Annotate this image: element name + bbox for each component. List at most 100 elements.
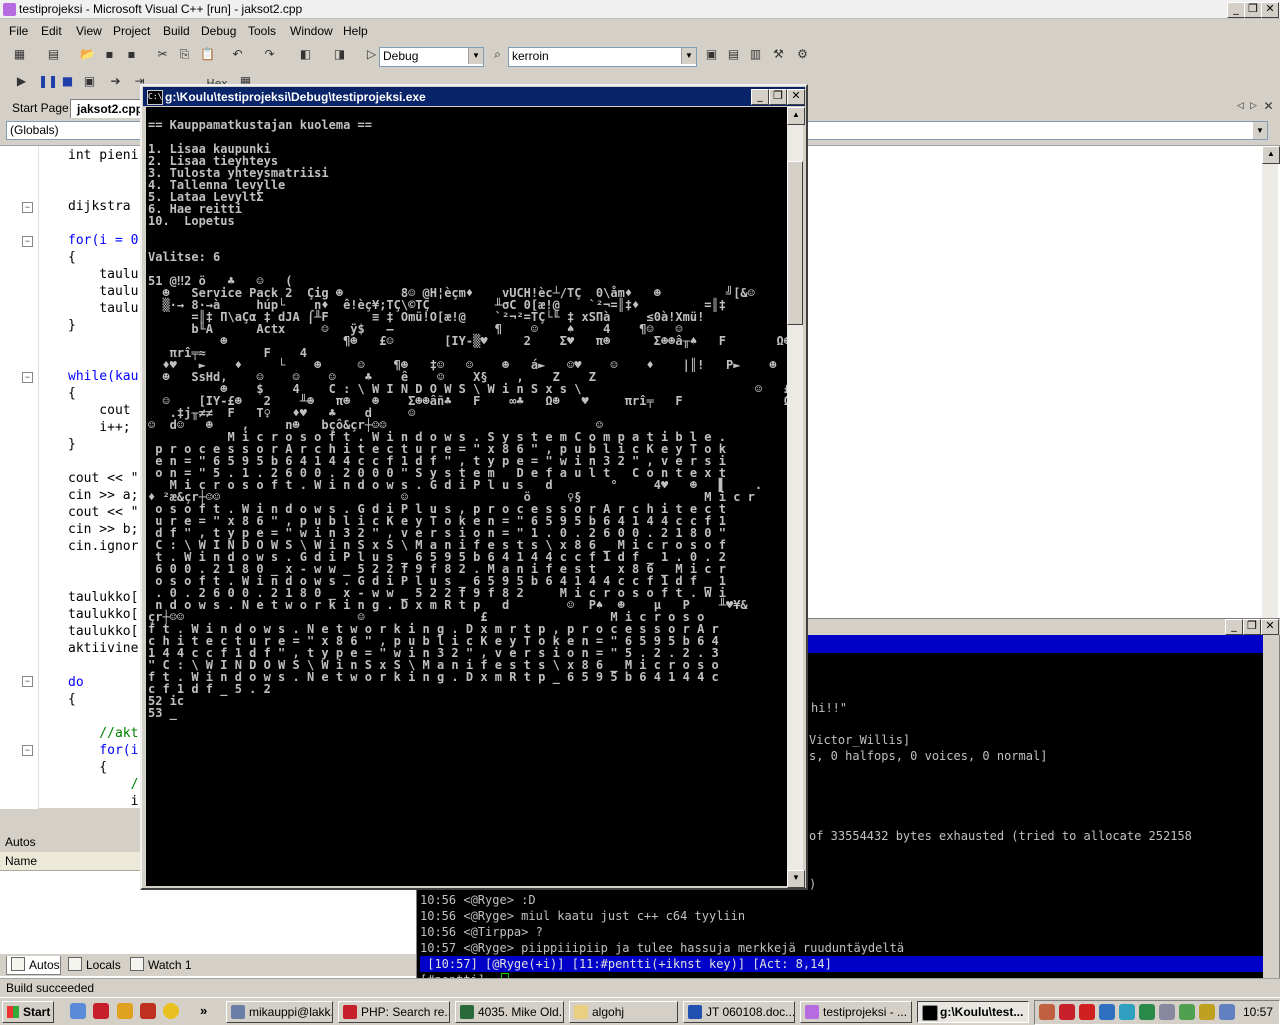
tab-locals[interactable]: Locals	[64, 956, 121, 974]
menu-window[interactable]: Window	[290, 24, 333, 38]
irc-scrollbar[interactable]	[1263, 635, 1279, 989]
tray-shield-icon[interactable]	[1179, 1004, 1195, 1020]
menu-build[interactable]: Build	[163, 24, 190, 38]
start-icon[interactable]: ▷	[364, 47, 379, 62]
continue-icon[interactable]: ▶	[14, 74, 29, 89]
tray-antivirus-icon[interactable]	[1079, 1004, 1095, 1020]
solution-explorer-icon[interactable]: ▣	[704, 47, 719, 62]
find-in-files-icon[interactable]: ⌕	[490, 47, 505, 62]
tab-start-page[interactable]: Start Page	[6, 99, 75, 117]
find-combo[interactable]: kerroin ▼	[508, 47, 697, 67]
add-item-icon[interactable]: ▤	[46, 47, 61, 62]
taskbar-item-putty[interactable]: mikauppi@lakk...	[226, 1001, 333, 1023]
filezilla-icon[interactable]	[140, 1003, 156, 1019]
close-document-icon[interactable]: ✕	[1261, 99, 1276, 114]
tray-app-icon[interactable]	[1039, 1004, 1055, 1020]
tray-volume-icon[interactable]	[1159, 1004, 1175, 1020]
toolbox-icon[interactable]: ▥	[748, 47, 763, 62]
chevron-down-icon[interactable]: ▼	[681, 48, 696, 64]
media-player-icon[interactable]	[163, 1003, 179, 1019]
code-line: //akt	[68, 726, 139, 741]
tray-update-icon[interactable]	[1139, 1004, 1155, 1020]
opera-icon	[343, 1005, 357, 1019]
main-title-bar[interactable]: testiprojeksi - Microsoft Visual C++ [ru…	[0, 0, 1280, 19]
taskbar-item-word[interactable]: JT 060108.doc...	[683, 1001, 795, 1023]
solution-config-select[interactable]: Debug ▼	[379, 47, 484, 67]
scroll-up-icon[interactable]: ▲	[1262, 146, 1280, 164]
taskbar-item-php[interactable]: PHP: Search re...	[338, 1001, 450, 1023]
properties-icon[interactable]: ▤	[726, 47, 741, 62]
tab-jaksot2-cpp[interactable]: jaksot2.cpp	[70, 99, 151, 118]
tab-autos[interactable]: Autos	[6, 956, 61, 975]
taskbar-item-visual-studio[interactable]: testiprojeksi - ...	[800, 1001, 912, 1023]
quicklaunch-overflow-icon[interactable]: »	[200, 1003, 207, 1018]
scroll-up-icon[interactable]: ▲	[787, 107, 805, 125]
console-maximize-button[interactable]: ❐	[769, 89, 787, 105]
close-button[interactable]: ✕	[1261, 2, 1279, 18]
start-button[interactable]: Start	[2, 1001, 54, 1023]
redo-icon[interactable]: ↷	[262, 47, 277, 62]
navigate-back-icon[interactable]: ◧	[298, 47, 313, 62]
menu-tools[interactable]: Tools	[248, 24, 276, 38]
restart-icon[interactable]: ▣	[82, 74, 97, 89]
menu-edit[interactable]: Edit	[41, 24, 62, 38]
tray-battery-icon[interactable]	[1199, 1004, 1215, 1020]
tray-opera-icon[interactable]	[1059, 1004, 1075, 1020]
minimize-button[interactable]: _	[1227, 2, 1245, 18]
paste-icon[interactable]: 📋	[200, 47, 215, 62]
fold-toggle-icon[interactable]: −	[22, 745, 33, 756]
console-scrollbar[interactable]: ▲ ▼	[787, 107, 805, 888]
opera-icon[interactable]	[93, 1003, 109, 1019]
tray-network-icon[interactable]	[1099, 1004, 1115, 1020]
tray-messenger-icon[interactable]	[1119, 1004, 1135, 1020]
taskbar-item-console[interactable]: g:\Koulu\test...	[917, 1001, 1029, 1023]
menu-debug[interactable]: Debug	[201, 24, 236, 38]
tools-icon[interactable]: ⚒	[771, 47, 786, 62]
code-line: }	[68, 437, 76, 452]
navigate-forward-icon[interactable]: ◨	[332, 47, 347, 62]
editor-scrollbar[interactable]: ▲	[1262, 146, 1280, 624]
taskbar-item-mike[interactable]: 4035. Mike Old...	[455, 1001, 564, 1023]
fold-toggle-icon[interactable]: −	[22, 236, 33, 247]
fold-toggle-icon[interactable]: −	[22, 676, 33, 687]
irc-maximize-button[interactable]: ❐	[1243, 619, 1261, 635]
taskbar-item-label: JT 060108.doc...	[706, 1005, 795, 1019]
fold-toggle-icon[interactable]: −	[22, 372, 33, 383]
irc-close-button[interactable]: ✕	[1261, 619, 1279, 635]
menu-file[interactable]: File	[9, 24, 28, 38]
save-all-icon[interactable]: ▪	[124, 47, 139, 62]
stop-icon[interactable]: ■	[60, 74, 75, 89]
restore-button[interactable]: ❐	[1244, 2, 1262, 18]
save-icon[interactable]: ▪	[102, 47, 117, 62]
tab-watch-1[interactable]: Watch 1	[126, 956, 192, 974]
winamp-icon[interactable]	[117, 1003, 133, 1019]
menu-project[interactable]: Project	[113, 24, 150, 38]
console-screen[interactable]: == Kauppamatkustajan kuolema == 1. Lisaa …	[146, 107, 787, 886]
chevron-down-icon[interactable]: ▼	[1253, 122, 1267, 139]
menu-view[interactable]: View	[76, 24, 102, 38]
scroll-thumb[interactable]	[787, 161, 803, 325]
chevron-down-icon[interactable]: ▼	[468, 48, 483, 64]
console-window[interactable]: C:\ g:\Koulu\testiprojeksi\Debug\testipr…	[140, 84, 808, 890]
undo-icon[interactable]: ↶	[230, 47, 245, 62]
taskbar-item-label: mikauppi@lakk...	[249, 1005, 333, 1019]
pause-icon[interactable]: ❚❚	[38, 74, 58, 89]
console-title-bar[interactable]: C:\ g:\Koulu\testiprojeksi\Debug\testipr…	[143, 87, 805, 106]
console-minimize-button[interactable]: _	[751, 89, 769, 105]
taskbar-item-algohj[interactable]: algohj	[569, 1001, 678, 1023]
show-next-statement-icon[interactable]: ➔	[108, 74, 123, 89]
fold-toggle-icon[interactable]: −	[22, 202, 33, 213]
code-line: cin >> a;	[68, 488, 139, 503]
tray-display-icon[interactable]	[1219, 1004, 1235, 1020]
new-project-icon[interactable]: ▦	[12, 47, 27, 62]
console-close-button[interactable]: ✕	[787, 89, 805, 105]
class-view-icon[interactable]: ⚙	[795, 47, 810, 62]
show-desktop-icon[interactable]	[70, 1003, 86, 1019]
menu-help[interactable]: Help	[343, 24, 368, 38]
cut-icon[interactable]: ✂	[155, 47, 170, 62]
copy-icon[interactable]: ⎘	[177, 47, 192, 62]
tab-scroll-right-icon[interactable]: ▷	[1246, 99, 1261, 114]
scroll-down-icon[interactable]: ▼	[787, 870, 805, 888]
open-folder-icon[interactable]: 📂	[80, 47, 95, 62]
irc-minimize-button[interactable]: _	[1225, 619, 1243, 635]
